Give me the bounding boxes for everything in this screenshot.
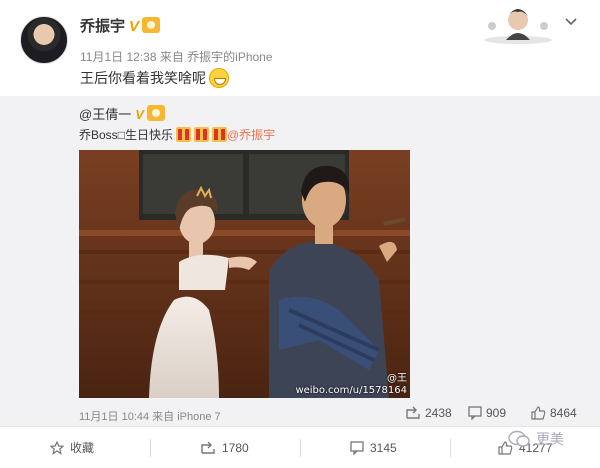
member-badge-icon [146,105,165,121]
divider [150,439,151,457]
repost-text: 乔Boss□生日快乐 @乔振宇 [79,126,275,143]
member-badge-icon [142,17,161,33]
comment-icon [468,406,482,421]
repost-comment-count[interactable]: 909 [468,406,507,421]
repost-photo[interactable]: weibo.com/u/1578164 @王 [79,150,410,398]
post-meta: 11月1日 12:38 来自 乔振宇的iPhone [80,50,273,64]
author-name[interactable]: 乔振宇 [80,18,125,35]
repost-count: 1780 [222,441,249,455]
repost-author[interactable]: @王倩一 V [79,104,165,123]
share-icon [201,441,215,454]
photo-watermark: weibo.com/u/1578164 [295,385,407,396]
repost-text-suffix: 生日快乐 [124,128,173,142]
divider [450,439,451,457]
brand-name: 更美 [536,431,564,447]
gift-icon [175,127,191,142]
comment-icon [350,441,364,456]
divider [300,439,301,457]
photo-watermark-tag: @王 [387,369,407,384]
watermark-url: weibo.com/u/1578164 [295,385,407,396]
repost-comment-count-value: 909 [486,406,507,420]
verified-icon: V [129,18,140,35]
grin-emoji-icon [209,68,229,88]
favorite-label: 收藏 [70,441,95,455]
mention-link[interactable]: @乔振宇 [227,128,275,142]
repost-repost-count-value: 2438 [425,406,452,420]
repost-card[interactable]: @王倩一 V 乔Boss□生日快乐 @乔振宇 weibo.com/u/15781… [0,96,600,426]
post-text: 王后你看着我笑啥呢 [80,68,229,88]
repost-author-name[interactable]: @王倩一 [79,107,131,122]
repost-like-count-value: 8464 [550,406,577,420]
comment-count: 3145 [370,441,397,455]
repost-button[interactable]: 1780 [200,427,249,468]
post-header: 乔振宇 V 11月1日 12:38 来自 乔振宇的iPhone 王后你看着我笑啥呢 [0,0,600,96]
share-icon [406,406,420,419]
photo-image [79,150,410,398]
verified-icon: V [135,107,144,122]
repost-meta: 11月1日 10:44 来自 iPhone 7 [79,411,221,423]
thumbs-up-icon [531,406,546,420]
brand-watermark: 更美 [508,426,564,452]
favorite-button[interactable]: 收藏 [49,427,95,468]
watermark-tag: @王 [387,373,407,384]
author-avatar[interactable] [20,16,68,64]
repost-text-box: □ [117,128,125,142]
star-icon [49,440,65,455]
repost-text-prefix: 乔Boss [79,128,118,142]
post-text-content: 王后你看着我笑啥呢 [80,70,206,86]
repost-like-count[interactable]: 8464 [531,406,577,420]
gift-icon [211,127,227,142]
comment-button[interactable]: 3145 [350,427,397,468]
profile-decoration-icon [484,9,552,44]
gift-icon [193,127,209,142]
chevron-down-icon[interactable] [563,14,579,30]
wechat-logo-icon [508,430,530,447]
post-author[interactable]: 乔振宇 V [80,15,161,36]
repost-repost-count[interactable]: 2438 [405,406,452,420]
